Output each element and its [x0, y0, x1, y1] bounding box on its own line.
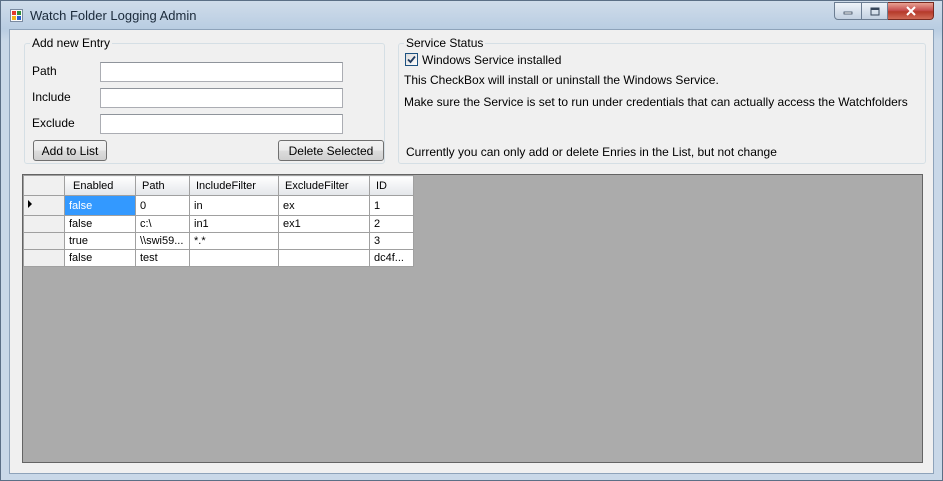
cell-id[interactable]: dc4f...: [369, 249, 414, 267]
app-icon: [10, 9, 23, 22]
cell-exclude[interactable]: ex: [278, 195, 370, 216]
include-label: Include: [32, 90, 71, 104]
grid-column-header-path[interactable]: Path: [135, 175, 190, 196]
add-to-list-button[interactable]: Add to List: [33, 140, 107, 161]
maximize-button[interactable]: [862, 2, 888, 20]
service-info-limitation: Currently you can only add or delete Enr…: [406, 145, 777, 159]
delete-selected-button[interactable]: Delete Selected: [278, 140, 384, 161]
exclude-input[interactable]: [100, 114, 343, 134]
cell-enabled[interactable]: true: [64, 232, 136, 250]
window-title: Watch Folder Logging Admin: [30, 8, 197, 23]
entries-table: Enabled Path IncludeFilter ExcludeFilter ID …: [23, 175, 414, 267]
row-header[interactable]: [23, 195, 65, 216]
cell-include[interactable]: in: [189, 195, 279, 216]
form-client-area: Add new Entry Path Include Exclude Add t…: [9, 29, 934, 474]
cell-id[interactable]: 2: [369, 215, 414, 233]
cell-id[interactable]: 1: [369, 195, 414, 216]
cell-exclude[interactable]: [278, 232, 370, 250]
table-row[interactable]: false test dc4f...: [23, 249, 414, 267]
cell-enabled[interactable]: false: [64, 195, 136, 216]
path-label: Path: [32, 64, 57, 78]
service-info-credentials: Make sure the Service is set to run unde…: [404, 95, 908, 109]
cell-include[interactable]: in1: [189, 215, 279, 233]
minimize-button[interactable]: [834, 2, 862, 20]
table-row[interactable]: false c:\ in1 ex1 2: [23, 215, 414, 233]
main-window: Watch Folder Logging Admin Add new Entry…: [0, 0, 943, 481]
cell-path[interactable]: \\swi59...: [135, 232, 190, 250]
service-info-install: This CheckBox will install or uninstall …: [404, 73, 719, 87]
title-bar[interactable]: Watch Folder Logging Admin: [1, 1, 942, 29]
cell-path[interactable]: c:\: [135, 215, 190, 233]
cell-path[interactable]: 0: [135, 195, 190, 216]
row-header[interactable]: [23, 215, 65, 233]
checkmark-icon: [407, 55, 416, 64]
cell-exclude[interactable]: ex1: [278, 215, 370, 233]
grid-header-row: Enabled Path IncludeFilter ExcludeFilter ID: [23, 175, 414, 196]
minimize-icon: [843, 11, 853, 15]
add-entry-group-title: Add new Entry: [30, 36, 113, 50]
row-header[interactable]: [23, 232, 65, 250]
current-row-arrow-icon: [28, 200, 32, 208]
service-installed-checkbox[interactable]: [405, 53, 418, 66]
maximize-icon: [870, 7, 879, 15]
cell-include[interactable]: [189, 249, 279, 267]
cell-enabled[interactable]: false: [64, 249, 136, 267]
grid-column-header-excludefilter[interactable]: ExcludeFilter: [278, 175, 370, 196]
table-row[interactable]: true \\swi59... *.* 3: [23, 232, 414, 250]
cell-exclude[interactable]: [278, 249, 370, 267]
entries-data-grid[interactable]: Enabled Path IncludeFilter ExcludeFilter ID …: [22, 174, 923, 463]
cell-include[interactable]: *.*: [189, 232, 279, 250]
row-header[interactable]: [23, 249, 65, 267]
grid-corner-header[interactable]: [23, 175, 65, 196]
grid-column-header-enabled[interactable]: Enabled: [64, 175, 136, 196]
table-row[interactable]: false 0 in ex 1: [23, 195, 414, 216]
grid-column-header-id[interactable]: ID: [369, 175, 414, 196]
service-status-group: Service Status Windows Service installed…: [398, 36, 926, 164]
exclude-label: Exclude: [32, 116, 75, 130]
close-button[interactable]: [888, 2, 934, 20]
include-input[interactable]: [100, 88, 343, 108]
close-icon: [905, 6, 916, 16]
caption-buttons: [834, 2, 934, 20]
grid-column-header-includefilter[interactable]: IncludeFilter: [189, 175, 279, 196]
service-status-group-title: Service Status: [404, 36, 486, 50]
cell-id[interactable]: 3: [369, 232, 414, 250]
cell-path[interactable]: test: [135, 249, 190, 267]
service-installed-label[interactable]: Windows Service installed: [422, 53, 561, 67]
path-input[interactable]: [100, 62, 343, 82]
add-entry-group: Add new Entry Path Include Exclude Add t…: [24, 36, 385, 164]
cell-enabled[interactable]: false: [64, 215, 136, 233]
